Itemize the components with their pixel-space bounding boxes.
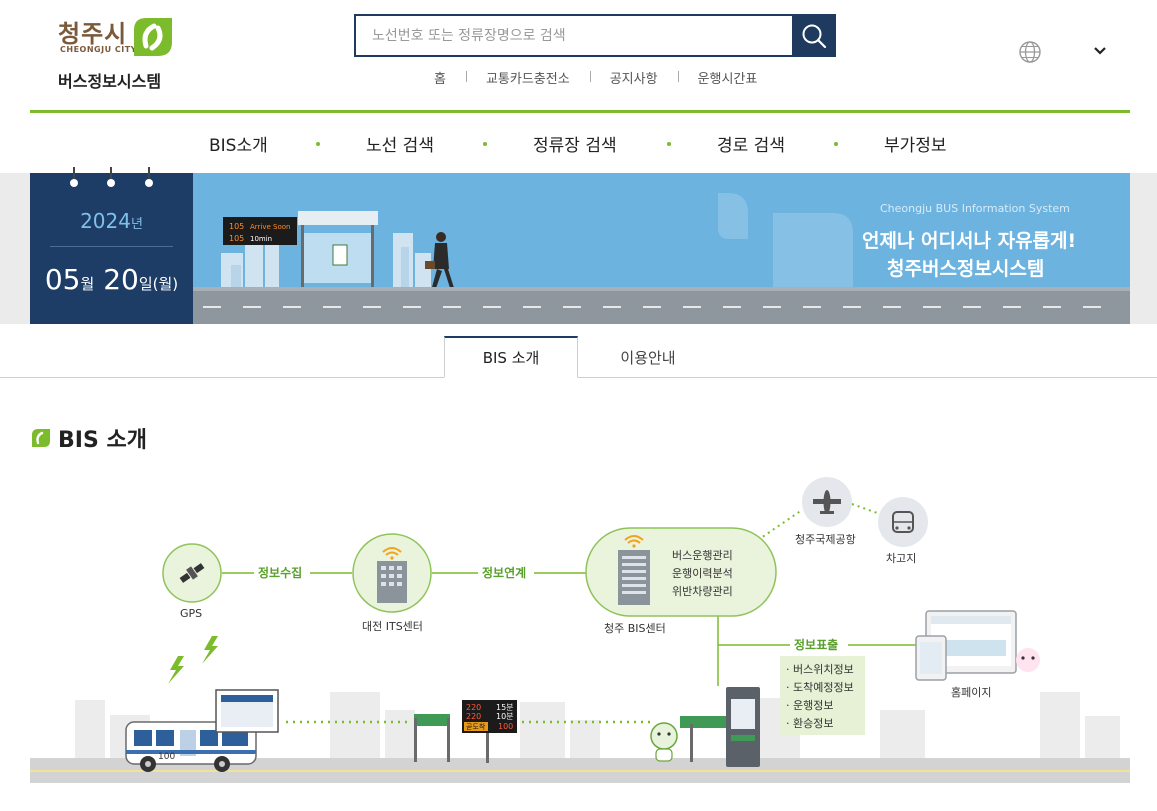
homepage-label: 홈페이지 — [951, 685, 991, 699]
leaf-icon — [32, 429, 50, 447]
its-center-label: 대전 ITS센터 — [362, 620, 423, 633]
nav-separator — [316, 142, 320, 146]
quick-link-notice[interactable]: 공지사항 — [589, 68, 678, 87]
display-item-transfer: · 환승정보 — [786, 717, 833, 730]
display-item-bus-location: · 버스위치정보 — [786, 663, 854, 676]
nav-separator — [667, 142, 671, 146]
date-calendar: 2024년 05월 20일(월) — [30, 167, 193, 324]
logo-city-english: CHEONGJU CITY — [60, 45, 137, 54]
display-item-operation: · 운행정보 — [786, 699, 833, 712]
calendar-date: 05월 20일(월) — [30, 263, 193, 296]
calendar-ring — [107, 167, 115, 187]
nav-separator — [483, 142, 487, 146]
quick-link-timetable[interactable]: 운행시간표 — [677, 68, 778, 87]
nav-item-path-search[interactable]: 경로 검색 — [717, 131, 785, 156]
quick-link-home[interactable]: 홈 — [414, 68, 466, 87]
gps-label: GPS — [180, 607, 202, 620]
display-row2-message: 10min — [250, 235, 272, 243]
tab-usage-guide[interactable]: 이용안내 — [581, 336, 715, 378]
collect-label: 정보수집 — [258, 565, 302, 580]
sign-row3-time: 100 — [498, 722, 513, 731]
bis-center-label: 청주 BIS센터 — [604, 622, 666, 635]
search-button[interactable] — [792, 14, 836, 57]
nav-item-stop-search[interactable]: 정류장 검색 — [533, 131, 617, 156]
cheongju-leaf-icon — [134, 18, 172, 56]
day-unit: 일(월) — [138, 275, 179, 293]
search-input[interactable] — [356, 16, 792, 55]
year-value: 2024 — [80, 209, 131, 233]
banner-system-name: 청주버스정보시스템 — [887, 258, 1045, 280]
bis-function-1: 버스운행관리 — [672, 549, 733, 562]
display-row2-route: 105 — [229, 234, 244, 243]
logo-city-name: 청주시 — [58, 20, 128, 48]
calendar-ring — [145, 167, 153, 187]
display-row1-route: 105 — [229, 222, 244, 231]
link-label: 정보연계 — [482, 565, 526, 580]
section-heading: BIS 소개 — [30, 422, 147, 454]
tab-bis-intro[interactable]: BIS 소개 — [444, 336, 578, 378]
quick-link-card-charge[interactable]: 교통카드충전소 — [465, 68, 590, 87]
bis-system-diagram: 정보수집 정보연계 정보표출 GPS 대전 ITS센터 버스운행관리 운행이력분… — [30, 477, 1130, 783]
bis-function-2: 운행이력분석 — [672, 567, 733, 580]
nav-item-extra-info[interactable]: 부가정보 — [884, 131, 947, 156]
banner-subtitle: Cheongju BUS Information System — [880, 202, 1070, 215]
chevron-down-icon[interactable] — [1093, 44, 1107, 58]
lightning-icon — [168, 656, 184, 684]
section-title: BIS 소개 — [58, 428, 147, 453]
day-value: 20 — [103, 263, 139, 296]
main-navigation: BIS소개 노선 검색 정류장 검색 경로 검색 부가정보 — [0, 113, 1157, 171]
display-row1-message: Arrive Soon — [250, 223, 291, 231]
lightning-icon — [202, 636, 218, 664]
sign-row2-route: 220 — [466, 712, 481, 721]
month-value: 05 — [44, 263, 81, 296]
site-logo[interactable]: 청주시 CHEONGJU CITY 버스정보시스템 — [58, 12, 188, 92]
logo-system-name: 버스정보시스템 — [58, 72, 162, 91]
bus-number: 100 — [158, 752, 175, 762]
display-label: 정보표출 — [794, 637, 838, 652]
sign-row1-route: 220 — [466, 703, 481, 712]
search-icon — [802, 24, 827, 48]
banner-slogan: 언제나 어디서나 자유롭게! — [862, 230, 1077, 252]
garage-label: 차고지 — [886, 552, 916, 565]
bis-function-3: 위반차량관리 — [672, 585, 733, 598]
sign-row1-time: 15분 — [496, 703, 514, 712]
year-unit: 년 — [130, 217, 143, 232]
display-item-arrival: · 도착예정정보 — [786, 681, 854, 694]
mascot-illustration — [650, 722, 678, 762]
nav-item-route-search[interactable]: 노선 검색 — [366, 131, 434, 156]
calendar-ring — [70, 167, 78, 187]
tab-baseline — [0, 377, 1157, 378]
nav-separator — [834, 142, 838, 146]
airport-label: 청주국제공항 — [795, 533, 856, 546]
search-box — [354, 14, 836, 57]
quick-links: 홈 교통카드충전소 공지사항 운행시간표 — [414, 68, 777, 87]
sign-row2-time: 10분 — [496, 712, 514, 721]
calendar-year: 2024년 — [30, 209, 193, 233]
nav-item-bis-intro[interactable]: BIS소개 — [209, 131, 268, 156]
homepage-devices-illustration — [915, 610, 1040, 681]
sign-row3-route: 곧도착 — [466, 723, 486, 731]
calendar-divider — [50, 246, 173, 247]
globe-icon[interactable] — [1018, 40, 1042, 64]
month-unit: 월 — [80, 275, 95, 293]
